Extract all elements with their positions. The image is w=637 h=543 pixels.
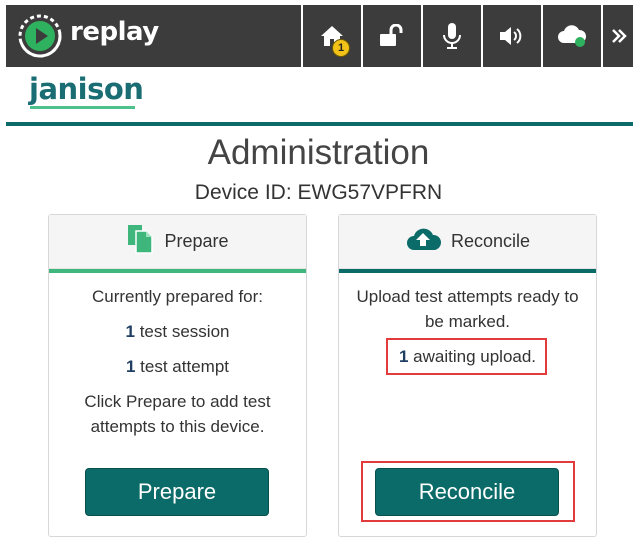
brand-name: replay <box>70 17 159 47</box>
upload-description-line1: Upload test attempts ready to <box>356 287 579 306</box>
prepare-card-header: Prepare <box>49 215 306 269</box>
chevron-double-right-icon <box>611 27 627 45</box>
upload-description-line2: be marked. <box>424 312 511 331</box>
logo-underline <box>30 106 135 109</box>
cloud-upload-icon <box>405 226 441 257</box>
cloud-status-icon <box>556 23 588 49</box>
session-count-line: 1 test session <box>49 319 306 344</box>
cloud-status-button[interactable] <box>541 5 601 67</box>
replay-logo-icon <box>16 12 64 60</box>
prepare-hint-line1: Click Prepare to add test <box>84 392 271 411</box>
prepare-card-body: Currently prepared for: 1 test session 1… <box>49 284 306 439</box>
device-id: Device ID: EWG57VPFRN <box>194 181 443 204</box>
notification-badge: 1 <box>332 39 350 57</box>
prepare-card-title: Prepare <box>164 231 229 251</box>
prepare-card-accent <box>49 269 306 273</box>
speaker-icon <box>498 24 526 48</box>
document-copy-icon <box>126 223 154 260</box>
attempt-label: test attempt <box>135 357 229 376</box>
session-label: test session <box>134 322 230 341</box>
unlock-button[interactable] <box>361 5 421 67</box>
prepare-card: Prepare Currently prepared for: 1 test s… <box>48 214 307 537</box>
attempt-count-line: 1 test attempt <box>49 354 306 379</box>
home-button[interactable]: 1 <box>301 5 361 67</box>
prepare-button[interactable]: Prepare <box>85 468 269 516</box>
reconcile-card-accent <box>339 269 596 273</box>
unlock-icon <box>378 24 406 48</box>
reconcile-card-header: Reconcile <box>339 215 596 269</box>
awaiting-upload-highlight <box>386 338 547 375</box>
microphone-button[interactable] <box>421 5 481 67</box>
top-bar: replay 1 <box>6 5 633 67</box>
janison-logo: janison <box>29 72 144 106</box>
session-count: 1 <box>125 322 135 341</box>
prepared-for-label: Currently prepared for: <box>91 287 264 306</box>
more-button[interactable] <box>601 5 635 67</box>
page-title: Administration <box>207 133 430 172</box>
reconcile-button-highlight <box>361 461 575 522</box>
header-divider <box>6 122 633 126</box>
microphone-icon <box>441 22 463 50</box>
prepare-hint-line2: attempts to this device. <box>90 417 265 436</box>
volume-button[interactable] <box>481 5 541 67</box>
reconcile-card-title: Reconcile <box>450 231 531 251</box>
